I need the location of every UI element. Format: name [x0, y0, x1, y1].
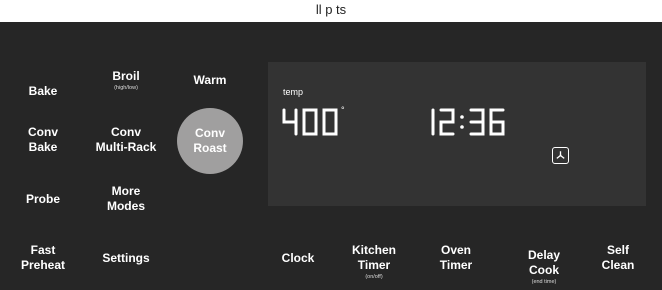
colon-top — [460, 115, 464, 119]
kitchen-timer-line2: Timer — [357, 258, 391, 272]
warm-label: Warm — [193, 73, 227, 87]
conv-bake-button[interactable]: Conv Bake — [3, 125, 83, 155]
conv-roast-line2: Roast — [193, 141, 227, 155]
fast-preheat-line1: Fast — [30, 243, 56, 257]
kitchen-timer-button[interactable]: Kitchen Timer (on/off) — [334, 243, 414, 281]
conv-bake-line2: Bake — [28, 140, 58, 154]
convection-fan-icon[interactable] — [552, 147, 569, 164]
digit-0-first — [302, 108, 318, 136]
probe-button[interactable]: Probe — [3, 192, 83, 207]
temp-label: temp — [283, 87, 304, 97]
delay-cook-button[interactable]: Delay Cook (end time) — [504, 248, 584, 286]
colon-bottom — [460, 125, 464, 129]
conv-multi-rack-button[interactable]: Conv Multi-Rack — [86, 125, 166, 155]
digit-4 — [282, 108, 298, 136]
more-modes-line1: More — [111, 184, 141, 198]
kitchen-timer-sublabel: (on/off) — [365, 274, 383, 280]
digit-0-second — [322, 108, 338, 136]
settings-button[interactable]: Settings — [86, 251, 166, 266]
digit-3 — [469, 108, 485, 136]
degree-symbol: ° — [341, 105, 345, 115]
oven-timer-line1: Oven — [440, 243, 471, 257]
fast-preheat-line2: Preheat — [20, 258, 66, 272]
kitchen-timer-line1: Kitchen — [351, 243, 396, 257]
more-modes-line2: Modes — [106, 199, 145, 213]
clock-readout — [431, 108, 505, 136]
oven-timer-button[interactable]: Oven Timer — [416, 243, 496, 273]
more-modes-button[interactable]: More Modes — [86, 184, 166, 214]
delay-cook-sublabel: (end time) — [531, 279, 557, 285]
delay-cook-line2: Cook — [529, 263, 559, 277]
settings-label: Settings — [102, 251, 150, 265]
top-banner-text: ll p ts — [315, 2, 347, 17]
oven-timer-line2: Timer — [439, 258, 473, 272]
digit-2 — [439, 108, 455, 136]
fast-preheat-button[interactable]: Fast Preheat — [3, 243, 83, 273]
broil-sublabel: (high/low) — [114, 85, 138, 91]
oven-display: temp ° — [268, 62, 646, 206]
digit-6 — [489, 108, 505, 136]
self-clean-line1: Self — [606, 243, 629, 257]
clock-button[interactable]: Clock — [258, 251, 338, 266]
conv-roast-line1: Conv — [195, 126, 225, 140]
fan-glyph-icon — [556, 151, 565, 159]
temperature-readout — [282, 108, 338, 136]
self-clean-button[interactable]: Self Clean — [578, 243, 658, 273]
conv-bake-line1: Conv — [28, 125, 58, 139]
bake-label: Bake — [28, 84, 58, 98]
bake-button[interactable]: Bake — [3, 84, 83, 99]
self-clean-line2: Clean — [601, 258, 635, 272]
probe-label: Probe — [25, 192, 60, 206]
broil-button[interactable]: Broil (high/low) — [86, 69, 166, 92]
clock-label: Clock — [281, 251, 315, 265]
conv-multi-rack-line1: Conv — [111, 125, 141, 139]
conv-roast-button[interactable]: Conv Roast — [177, 108, 243, 174]
warm-button[interactable]: Warm — [170, 73, 250, 88]
broil-label: Broil — [112, 69, 140, 83]
delay-cook-line1: Delay — [527, 248, 561, 262]
conv-multi-rack-line2: Multi-Rack — [95, 140, 157, 154]
